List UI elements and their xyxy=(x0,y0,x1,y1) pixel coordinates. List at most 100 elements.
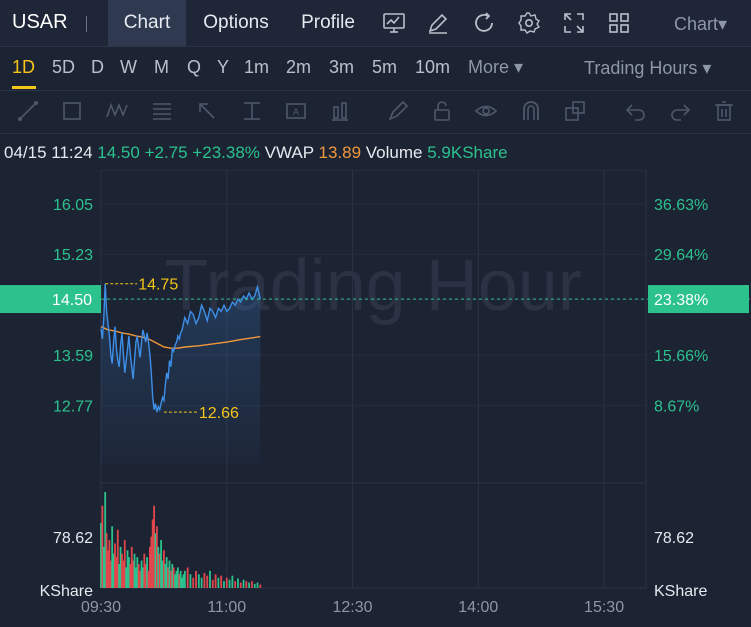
volume-bar xyxy=(217,577,220,588)
volume-bar xyxy=(234,581,237,588)
left-axis-tick: 15.23 xyxy=(53,247,93,264)
volume-bar xyxy=(245,581,248,588)
ticker-divider xyxy=(86,16,87,32)
volume-bar xyxy=(197,574,200,588)
period-3m[interactable]: 3m xyxy=(329,57,354,78)
volume-axis-unit-right: KShare xyxy=(654,583,707,600)
text-note-icon[interactable]: A xyxy=(284,99,308,123)
intraday-chart[interactable]: Trading Hour 14.75 12.66 16.0515.2314.50… xyxy=(0,170,751,627)
period-m[interactable]: M xyxy=(154,57,169,78)
tab-chart[interactable]: Chart xyxy=(108,0,186,46)
measure-icon[interactable] xyxy=(328,99,352,123)
lock-icon[interactable] xyxy=(430,99,454,123)
period-w[interactable]: W xyxy=(120,57,137,78)
arrow-icon[interactable] xyxy=(195,99,219,123)
period-bar: 1D 5D D W M Q Y 1m 2m 3m 5m 10m More ▾ T… xyxy=(0,46,751,91)
trading-hours-dropdown[interactable]: Trading Hours ▾ xyxy=(584,58,711,79)
volume-bar xyxy=(203,572,206,588)
quote-change: +2.75 xyxy=(144,143,188,162)
ticker-symbol: USAR xyxy=(12,11,68,33)
period-q[interactable]: Q xyxy=(187,57,201,78)
volume-bar xyxy=(214,574,217,588)
volume-bar xyxy=(192,577,195,588)
refresh-icon[interactable] xyxy=(472,11,496,35)
period-1m[interactable]: 1m xyxy=(244,57,269,78)
time-axis-tick: 09:30 xyxy=(81,599,121,616)
volume-bar xyxy=(220,575,223,588)
period-10m[interactable]: 10m xyxy=(415,57,450,78)
price-range-icon[interactable] xyxy=(240,99,264,123)
chart-type-dropdown[interactable]: Chart▾ xyxy=(674,14,727,35)
settings-gear-icon[interactable] xyxy=(517,11,541,35)
trash-icon[interactable] xyxy=(712,99,736,123)
volume-bar xyxy=(209,570,211,588)
volume-bar xyxy=(183,570,186,588)
volume-bar xyxy=(251,581,253,588)
period-5m[interactable]: 5m xyxy=(372,57,397,78)
volume-bar xyxy=(228,579,231,588)
volume-bar xyxy=(186,567,189,588)
redo-icon[interactable] xyxy=(668,99,692,123)
volume-bar xyxy=(223,581,225,588)
top-nav-bar: USAR Chart Options Profile Chart▾ xyxy=(0,0,751,47)
quote-price: 14.50 xyxy=(97,143,140,162)
volume-bar xyxy=(248,582,251,588)
time-axis-tick: 12:30 xyxy=(333,599,373,616)
tab-profile[interactable]: Profile xyxy=(290,0,366,46)
period-more-dropdown[interactable]: More ▾ xyxy=(468,57,523,78)
tab-options[interactable]: Options xyxy=(190,0,282,46)
clone-icon[interactable] xyxy=(563,99,587,123)
volume-bar xyxy=(225,577,228,588)
volume-axis-tick-left: 78.62 xyxy=(53,530,93,547)
wave-pattern-icon[interactable] xyxy=(105,99,129,123)
brush-icon[interactable] xyxy=(386,99,410,123)
volume-label: Volume xyxy=(365,143,423,162)
drawing-pen-icon[interactable] xyxy=(426,11,450,35)
volume-bars xyxy=(100,492,262,588)
volume-bar xyxy=(206,575,209,588)
quote-change-pct: +23.38% xyxy=(192,143,260,162)
period-d[interactable]: D xyxy=(91,57,104,78)
eye-icon[interactable] xyxy=(474,99,498,123)
grid-layout-icon[interactable] xyxy=(607,11,631,35)
trend-line-icon[interactable] xyxy=(16,99,40,123)
quote-datetime: 04/15 11:24 xyxy=(4,143,93,162)
quote-info-line: 04/15 11:24 14.50 +2.75 +23.38% VWAP 13.… xyxy=(4,143,508,163)
undo-icon[interactable] xyxy=(624,99,648,123)
chart-display-icon[interactable] xyxy=(382,11,406,35)
volume-bar xyxy=(200,577,203,588)
high-marker-label: 14.75 xyxy=(138,277,178,294)
volume-bar xyxy=(231,575,234,588)
left-axis-tick: 12.77 xyxy=(53,398,93,415)
right-axis-tick: 15.66% xyxy=(654,348,708,365)
right-axis-tick: 8.67% xyxy=(654,398,699,415)
active-period-indicator xyxy=(12,86,36,89)
vwap-label: VWAP xyxy=(264,143,314,162)
volume-bar xyxy=(211,579,214,588)
rectangle-icon[interactable] xyxy=(60,99,84,123)
time-axis: 09:30 11:00 12:30 14:00 15:30 xyxy=(81,599,624,616)
time-axis-tick: 11:00 xyxy=(207,599,246,616)
current-price-tag-text: 14.50 xyxy=(52,292,92,309)
volume-bar xyxy=(195,570,197,588)
volume-bar xyxy=(237,578,239,588)
volume-bar xyxy=(242,579,245,588)
right-axis-tick: 36.63% xyxy=(654,197,708,214)
fullscreen-icon[interactable] xyxy=(562,11,586,35)
time-axis-tick: 14:00 xyxy=(458,599,498,616)
volume-bar xyxy=(256,582,259,588)
volume-axis-tick-right: 78.62 xyxy=(654,530,694,547)
period-1d[interactable]: 1D xyxy=(12,57,35,78)
volume-value: 5.9KShare xyxy=(427,143,508,162)
period-2m[interactable]: 2m xyxy=(286,57,311,78)
volume-bar xyxy=(253,583,256,588)
current-change-tag-text: 23.38% xyxy=(654,292,708,309)
left-axis-tick: 16.05 xyxy=(53,197,93,214)
period-5d[interactable]: 5D xyxy=(52,57,75,78)
fib-retracement-icon[interactable] xyxy=(150,99,174,123)
left-axis-tick: 13.59 xyxy=(53,348,93,365)
time-axis-tick: 15:30 xyxy=(584,599,624,616)
period-y[interactable]: Y xyxy=(217,57,229,78)
magnet-icon[interactable] xyxy=(519,99,543,123)
low-marker-label: 12.66 xyxy=(199,405,239,422)
